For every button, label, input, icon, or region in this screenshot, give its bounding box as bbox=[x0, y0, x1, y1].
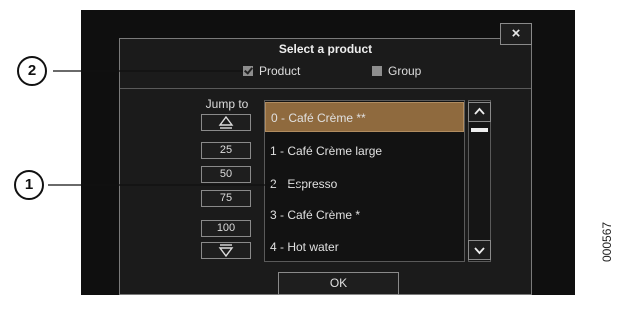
callout-1: 1 bbox=[14, 170, 44, 200]
figure-id: 000567 bbox=[600, 221, 614, 262]
callout-leader-lines bbox=[48, 70, 305, 186]
callout-2: 2 bbox=[17, 56, 47, 86]
